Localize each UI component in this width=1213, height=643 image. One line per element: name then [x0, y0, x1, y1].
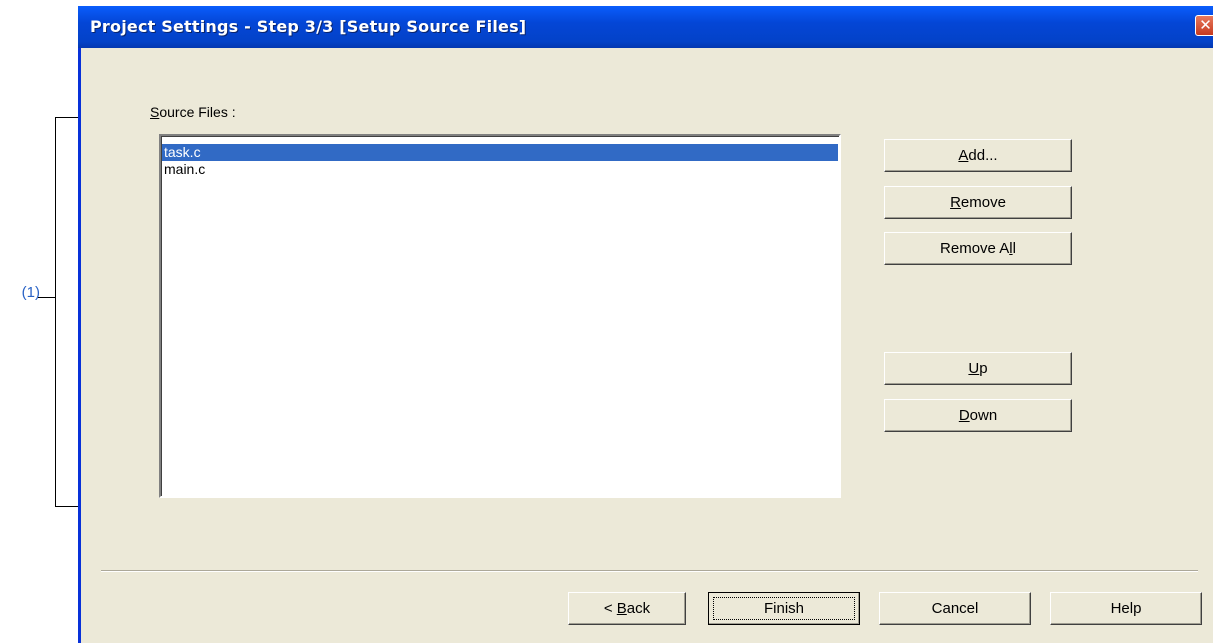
separator-highlight: [101, 571, 1198, 572]
up-button[interactable]: Up: [884, 352, 1072, 385]
finish-button[interactable]: Finish: [708, 592, 860, 625]
callout-bracket-bottom: [55, 506, 78, 507]
close-button[interactable]: ✕: [1195, 15, 1213, 36]
remove-button[interactable]: Remove: [884, 186, 1072, 219]
callout-leader-line: [38, 297, 56, 298]
down-button[interactable]: Down: [884, 399, 1072, 432]
add-button[interactable]: Add...: [884, 139, 1072, 172]
list-item[interactable]: main.c: [162, 161, 838, 178]
callout-bracket-top: [55, 117, 78, 118]
title-bar[interactable]: Project Settings - Step 3/3 [Setup Sourc…: [78, 6, 1213, 48]
project-settings-dialog: Project Settings - Step 3/3 [Setup Sourc…: [78, 6, 1213, 643]
back-button[interactable]: < Back: [568, 592, 686, 625]
cancel-button[interactable]: Cancel: [879, 592, 1031, 625]
list-item[interactable]: task.c: [162, 144, 838, 161]
source-files-label: Source Files :: [150, 104, 236, 120]
help-button[interactable]: Help: [1050, 592, 1202, 625]
callout-bracket-line: [55, 117, 56, 507]
dialog-title: Project Settings - Step 3/3 [Setup Sourc…: [90, 17, 527, 36]
close-icon: ✕: [1199, 16, 1212, 34]
source-files-listbox[interactable]: task.c main.c: [159, 134, 841, 498]
remove-all-button[interactable]: Remove All: [884, 232, 1072, 265]
callout-label: (1): [21, 284, 40, 301]
focus-rectangle: [713, 597, 855, 620]
